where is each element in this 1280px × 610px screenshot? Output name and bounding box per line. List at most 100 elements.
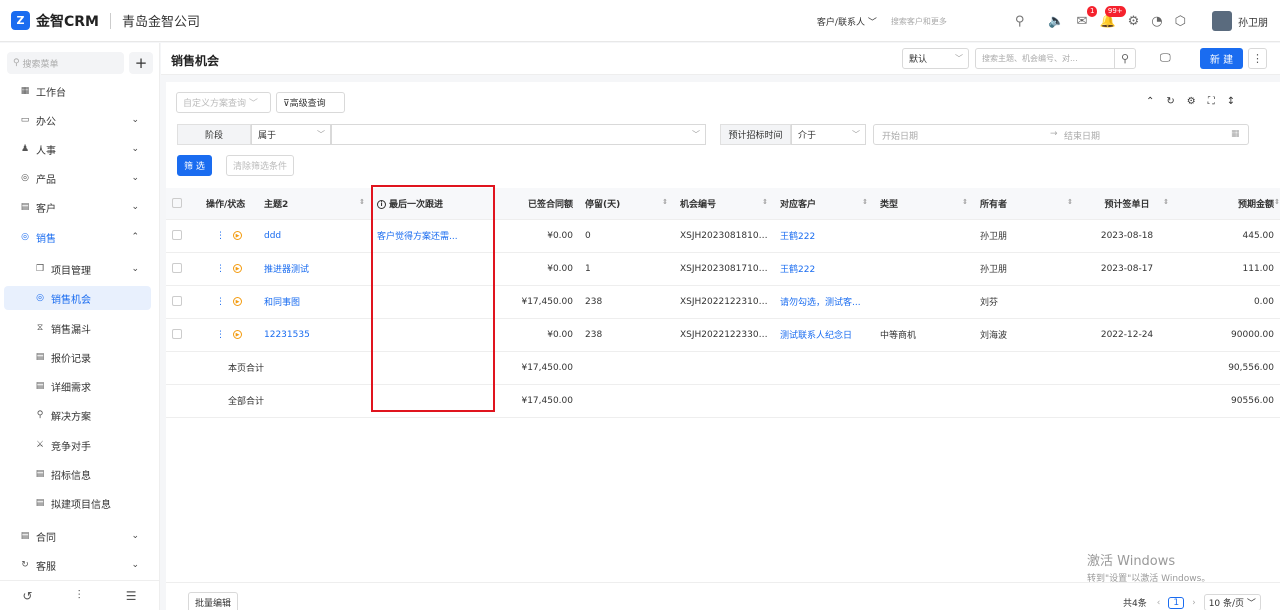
bell-icon[interactable]: 🔔 99+ xyxy=(1099,5,1126,29)
page-number-1[interactable]: 1 xyxy=(1168,596,1185,609)
row-checkbox[interactable] xyxy=(166,285,200,319)
add-menu-button[interactable]: + xyxy=(129,52,153,74)
app-logo[interactable]: Z 金智CRM xyxy=(11,11,99,31)
column-header-subject[interactable]: 主题2 ⇕ xyxy=(258,188,371,220)
batch-edit-button[interactable]: 批量编辑 xyxy=(188,592,239,610)
status-icon[interactable]: ▶ xyxy=(233,263,242,273)
advanced-query-button[interactable]: ⊽高级查询 xyxy=(276,92,345,113)
chart-icon[interactable]: ◔ xyxy=(1151,14,1162,29)
sidebar-item-competitors[interactable]: ⚔ 竞争对手 xyxy=(0,433,159,457)
fullscreen-icon[interactable]: ⛶ xyxy=(1208,96,1215,107)
history-icon[interactable]: ↺ xyxy=(23,589,33,603)
collapse-icon[interactable]: ⌃ xyxy=(1146,96,1154,107)
custom-query-select[interactable]: 自定义方案查询 ﹀ xyxy=(176,92,271,113)
monitor-icon[interactable]: 🖵 xyxy=(1160,51,1171,65)
followup-link[interactable] xyxy=(371,285,501,319)
opportunity-search-input[interactable]: 搜索主题、机会编号、对... xyxy=(975,48,1115,69)
column-header-opportunity-code[interactable]: 机会编号 ⇕ xyxy=(674,188,774,220)
sidebar-item-planned-projects[interactable]: ▤ 拟建项目信息 xyxy=(0,491,159,515)
sort-icon[interactable]: ⇕ xyxy=(1274,198,1280,206)
row-checkbox[interactable] xyxy=(166,219,200,253)
row-menu-icon[interactable]: ⋮ xyxy=(216,264,225,274)
sidebar-item-product[interactable]: ◎ 产品 ⌄ xyxy=(0,166,159,190)
column-header-customer[interactable]: 对应客户 ⇕ xyxy=(774,188,874,220)
status-icon[interactable]: ▶ xyxy=(233,230,242,240)
sidebar-item-solutions[interactable]: ⚲ 解决方案 xyxy=(0,403,159,427)
gear-icon[interactable]: ⚙ xyxy=(1128,14,1140,29)
clear-filter-button[interactable]: 清除筛选条件 xyxy=(226,155,295,176)
stage-value-select[interactable]: ﹀ xyxy=(331,124,706,145)
table-row[interactable]: ⋮ ▶ ddd 客户觉得方案还需... ¥0.00 0 XSJH202308181… xyxy=(166,219,1280,253)
new-button[interactable]: 新 建 xyxy=(1200,48,1243,69)
sort-icon[interactable]: ⇕ xyxy=(1067,198,1073,206)
bid-time-operator-select[interactable]: 介于 ﹀ xyxy=(791,124,866,145)
column-header-owner[interactable]: 所有者 ⇕ xyxy=(974,188,1079,220)
row-checkbox[interactable] xyxy=(166,318,200,352)
table-row[interactable]: ⋮ ▶ 推进器测试 ¥0.00 1 XSJH202308171002 王鹤222 … xyxy=(166,252,1280,286)
customer-link[interactable]: 请勿勾选，测试客... xyxy=(774,285,874,319)
subject-link[interactable]: ddd xyxy=(258,219,371,253)
sidebar-item-workbench[interactable]: ▦ 工作台 xyxy=(0,79,159,103)
sidebar-item-sales-opportunity[interactable]: ◎ 销售机会 xyxy=(4,286,151,310)
table-row[interactable]: ⋮ ▶ 12231535 ¥0.00 238 XSJH2022122330003 … xyxy=(166,318,1280,352)
cube-icon[interactable]: ⬡ xyxy=(1175,14,1186,29)
column-header-signed-amount[interactable]: 已签合同额 xyxy=(501,188,579,220)
end-date-input[interactable]: 结束日期 xyxy=(1064,129,1100,142)
start-date-input[interactable]: 开始日期 xyxy=(882,129,918,142)
sort-icon[interactable]: ⇕ xyxy=(1163,198,1169,206)
table-row[interactable]: ⋮ ▶ 和同事图 ¥17,450.00 238 XSJH202212231004 … xyxy=(166,285,1280,319)
filter-button[interactable]: 筛 选 xyxy=(177,155,212,176)
subject-link[interactable]: 12231535 xyxy=(258,318,371,352)
sidebar-item-hr[interactable]: ♟ 人事 ⌄ xyxy=(0,137,159,161)
sort-icon[interactable]: ⇕ xyxy=(862,198,868,206)
search-icon[interactable]: ⚲ xyxy=(1114,48,1136,69)
row-menu-icon[interactable]: ⋮ xyxy=(216,231,225,241)
column-header-expected-sign-date[interactable]: 预计签单日 ⇕ xyxy=(1079,188,1175,220)
search-scope-select[interactable]: 客户/联系人 ﹀ xyxy=(817,15,877,28)
sidebar-item-detailed-requirements[interactable]: ▤ 详细需求 xyxy=(0,374,159,398)
announcement-icon[interactable]: 🔈 xyxy=(1048,14,1064,29)
gear-icon[interactable]: ⚙ xyxy=(1187,96,1196,107)
sidebar-item-project-management[interactable]: ❒ 项目管理 ⌄ xyxy=(0,257,159,281)
select-all-checkbox[interactable] xyxy=(166,188,200,220)
sidebar-item-customer[interactable]: ▤ 客户 ⌄ xyxy=(0,195,159,219)
status-icon[interactable]: ▶ xyxy=(233,296,242,306)
date-range-picker[interactable]: 开始日期 → 结束日期 ▦ xyxy=(873,124,1249,145)
subject-link[interactable]: 和同事图 xyxy=(258,285,371,319)
view-select[interactable]: 默认 ﹀ xyxy=(902,48,969,69)
followup-link[interactable] xyxy=(371,318,501,352)
sidebar-item-contract[interactable]: ▤ 合同 ⌄ xyxy=(0,524,159,548)
status-icon[interactable]: ▶ xyxy=(233,329,242,339)
row-menu-icon[interactable]: ⋮ xyxy=(216,297,225,307)
sidebar-item-quote-records[interactable]: ▤ 报价记录 xyxy=(0,345,159,369)
message-icon[interactable]: ✉ 1 xyxy=(1077,5,1098,29)
row-menu-icon[interactable]: ⋮ xyxy=(216,330,225,340)
row-checkbox[interactable] xyxy=(166,252,200,286)
search-icon[interactable]: ⚲ xyxy=(1015,14,1025,29)
sidebar-item-sales-funnel[interactable]: ⧖ 销售漏斗 xyxy=(0,316,159,340)
sort-icon[interactable]: ⇕ xyxy=(359,198,365,206)
column-header-type[interactable]: 类型 ⇕ xyxy=(874,188,974,220)
collapse-menu-icon[interactable]: ☰ xyxy=(126,589,137,603)
sidebar-item-office[interactable]: ▭ 办公 ⌄ xyxy=(0,108,159,132)
sort-icon[interactable]: ⇕ xyxy=(662,198,668,206)
refresh-icon[interactable]: ↻ xyxy=(1166,96,1174,107)
avatar[interactable] xyxy=(1212,11,1232,31)
sort-icon[interactable]: ⇕ xyxy=(962,198,968,206)
column-header-stay-days[interactable]: 停留(天) ⇕ xyxy=(579,188,674,220)
followup-link[interactable] xyxy=(371,252,501,286)
sidebar-item-service[interactable]: ↻ 客服 ⌄ xyxy=(0,553,159,577)
followup-link[interactable]: 客户觉得方案还需... xyxy=(371,219,501,253)
subject-link[interactable]: 推进器测试 xyxy=(258,252,371,286)
sidebar-item-bid-info[interactable]: ▤ 招标信息 xyxy=(0,462,159,486)
sliders-icon[interactable]: ⫶ xyxy=(78,588,81,603)
customer-link[interactable]: 王鹤222 xyxy=(774,219,874,253)
prev-page-button[interactable]: ‹ xyxy=(1157,598,1161,608)
menu-search-input[interactable]: ⚲ 搜索菜单 xyxy=(7,52,124,74)
stage-operator-select[interactable]: 属于 ﹀ xyxy=(251,124,331,145)
user-name[interactable]: 孙卫朋 xyxy=(1238,14,1268,29)
customer-link[interactable]: 王鹤222 xyxy=(774,252,874,286)
sidebar-item-sales[interactable]: ◎ 销售 ⌃ xyxy=(0,225,159,249)
sort-icon[interactable]: ⇕ xyxy=(762,198,768,206)
column-header-expected-amount[interactable]: 预期金额 ⇕ xyxy=(1175,188,1280,220)
